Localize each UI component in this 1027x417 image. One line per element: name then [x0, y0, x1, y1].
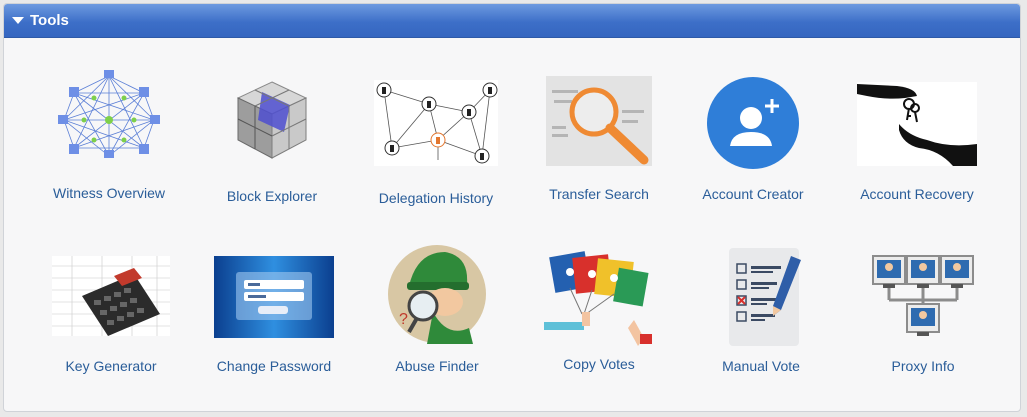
tool-label: Manual Vote [722, 358, 800, 374]
key-hand-icon [857, 82, 977, 166]
tool-account-creator[interactable]: Account Creator [686, 76, 820, 202]
graph-icon [374, 80, 498, 166]
tool-label: Transfer Search [549, 186, 649, 202]
tool-delegation-history[interactable]: Delegation History [369, 80, 503, 206]
tool-label: Block Explorer [226, 188, 318, 204]
svg-text:?: ? [399, 311, 408, 328]
checklist-icon [729, 248, 801, 346]
tool-label: Account Recovery [860, 186, 974, 202]
floppy-disks-icon [544, 251, 652, 346]
network-icon [58, 70, 160, 158]
tool-manual-vote[interactable]: Manual Vote [694, 246, 828, 374]
tool-label: Witness Overview [52, 185, 166, 201]
tool-label: Proxy Info [891, 358, 955, 374]
cube-icon [236, 81, 308, 159]
tool-proxy-info[interactable]: Proxy Info [856, 252, 990, 374]
tool-label: Delegation History [378, 190, 494, 206]
magnifier-icon [546, 76, 652, 166]
tool-label: Copy Votes [563, 356, 635, 372]
tool-label: Key Generator [65, 358, 157, 374]
tool-block-explorer[interactable]: Block Explorer [205, 78, 339, 204]
panel-header[interactable]: Tools [4, 4, 1020, 38]
detective-icon: ? [388, 245, 486, 344]
proxy-network-icon [872, 255, 974, 336]
tool-label: Change Password [216, 358, 332, 374]
tool-key-generator[interactable]: Key Generator [44, 256, 178, 374]
add-user-icon [707, 77, 799, 169]
tools-panel: Tools Witness Overview Block Explorer De… [3, 3, 1021, 412]
caret-down-icon[interactable] [12, 17, 24, 24]
tool-abuse-finder[interactable]: ? Abuse Finder [370, 244, 504, 374]
tool-account-recovery[interactable]: Account Recovery [850, 82, 984, 202]
login-screen-icon [214, 256, 334, 338]
tool-label: Abuse Finder [395, 358, 479, 374]
tool-label: Account Creator [702, 186, 804, 202]
tool-transfer-search[interactable]: Transfer Search [532, 76, 666, 202]
tool-copy-votes[interactable]: Copy Votes [532, 248, 666, 372]
calculator-icon [52, 256, 170, 336]
panel-title: Tools [30, 12, 69, 29]
tool-change-password[interactable]: Change Password [207, 256, 341, 374]
tool-witness-overview[interactable]: Witness Overview [42, 68, 176, 201]
